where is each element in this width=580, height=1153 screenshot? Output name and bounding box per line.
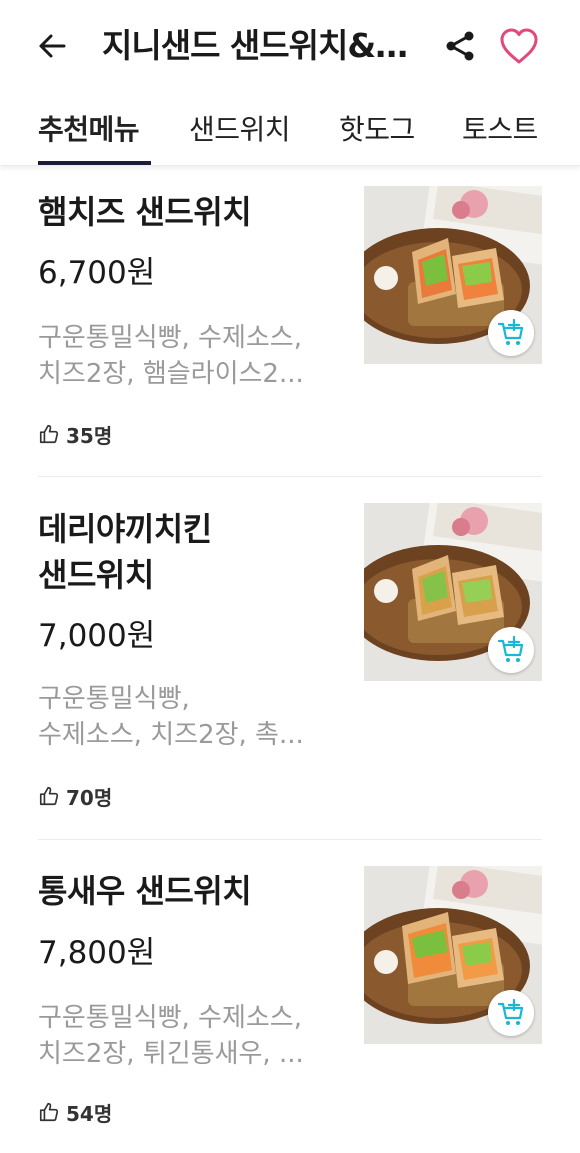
item-name: 데리야끼치킨 샌드위치: [38, 510, 212, 594]
tab-recommended[interactable]: 추천메뉴: [38, 110, 140, 150]
app-header: 지니샌드 샌드위치&토스트: [0, 0, 580, 92]
like-count: 54명: [38, 1097, 112, 1127]
like-count: 35명: [38, 419, 112, 449]
item-price: 6,700원: [38, 255, 156, 291]
thumbs-up-icon: [39, 424, 59, 444]
item-photo[interactable]: [364, 186, 542, 364]
item-price: 7,800원: [38, 935, 156, 971]
divider: [38, 839, 542, 840]
item-description: 구운통밀식빵, 수제소스, 치즈2장, 튀긴통새우, ...: [38, 1003, 304, 1069]
item-name: 햄치즈 샌드위치: [38, 193, 252, 231]
share-icon[interactable]: [442, 28, 478, 64]
thumbs-up-icon: [39, 786, 59, 806]
tab-toast[interactable]: 토스트: [462, 110, 538, 150]
category-tabs: 추천메뉴 샌드위치 핫도그 토스트: [0, 92, 580, 166]
tab-sandwich[interactable]: 샌드위치: [189, 110, 291, 150]
tab-hotdog[interactable]: 핫도그: [339, 110, 415, 150]
item-photo[interactable]: [364, 503, 542, 681]
item-description: 구운통밀식빵, 수제소스, 치즈2장, 햄슬라이스2...: [38, 323, 304, 389]
cart-add-icon[interactable]: [488, 990, 534, 1036]
divider: [38, 476, 542, 477]
cart-add-icon[interactable]: [488, 310, 534, 356]
like-count: 70명: [38, 781, 112, 811]
active-tab-indicator: [38, 161, 151, 165]
heart-outline-icon[interactable]: [498, 26, 540, 66]
item-description: 구운통밀식빵, 수제소스, 치즈2장, 촉...: [38, 684, 304, 750]
arrow-left-icon[interactable]: [34, 28, 70, 64]
item-name: 통새우 샌드위치: [38, 872, 252, 910]
cart-add-icon[interactable]: [488, 627, 534, 673]
item-price: 7,000원: [38, 618, 156, 654]
thumbs-up-icon: [39, 1102, 59, 1122]
item-photo[interactable]: [364, 866, 542, 1044]
store-title: 지니샌드 샌드위치&토스트: [102, 26, 432, 65]
